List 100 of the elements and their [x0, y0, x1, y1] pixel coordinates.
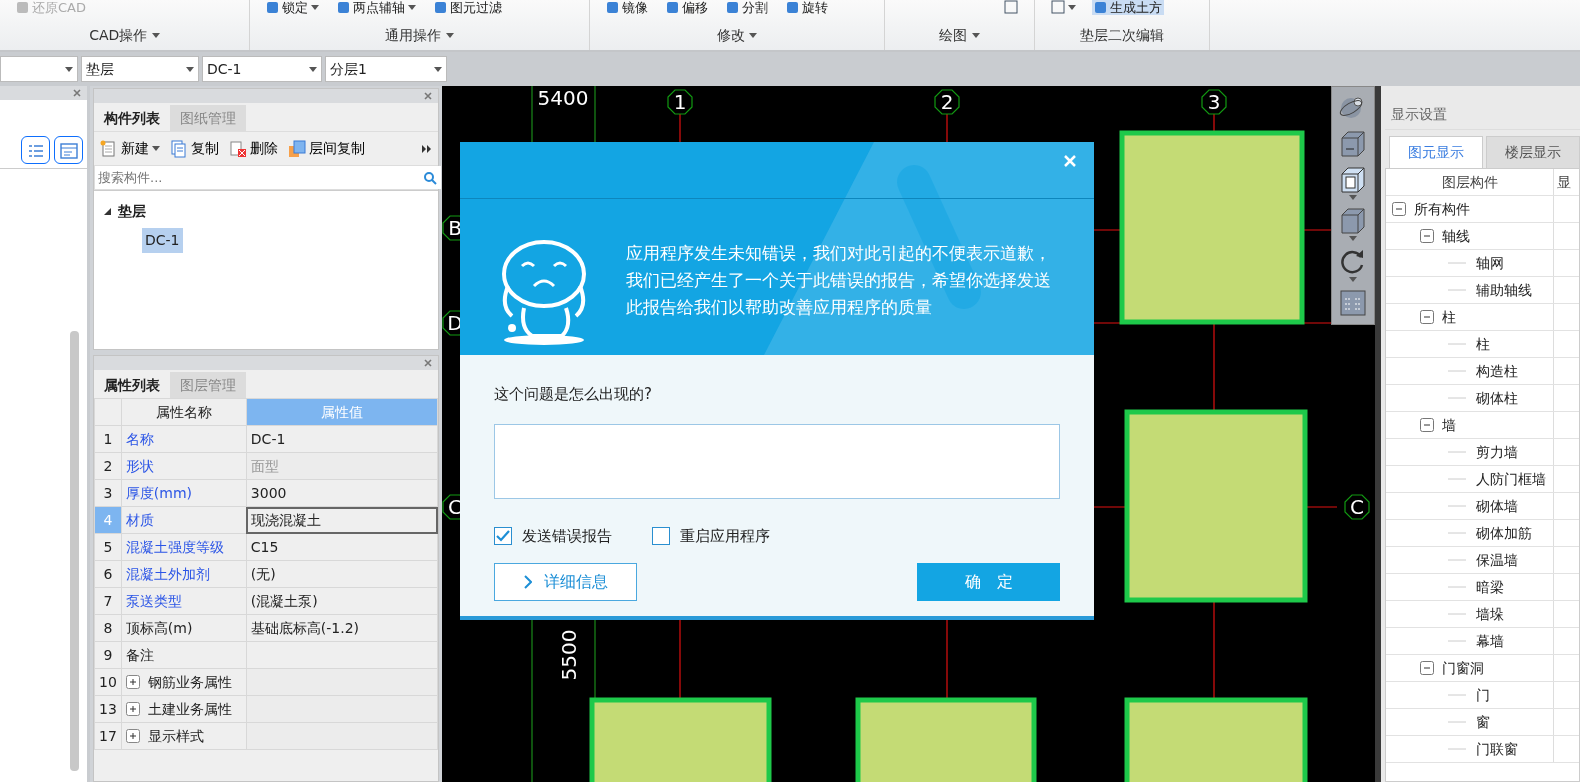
tree-node[interactable]: 门窗洞 — [1442, 657, 1484, 679]
cube-icon — [1338, 206, 1368, 236]
row-number[interactable]: 6 — [94, 560, 122, 588]
checkbox[interactable] — [494, 526, 512, 545]
tool-button[interactable]: 两点辅轴 — [335, 0, 418, 15]
layer-dropdown[interactable] — [0, 56, 78, 82]
expand-icon[interactable] — [125, 702, 140, 716]
property-value[interactable]: 现浇混凝土 — [246, 506, 438, 534]
property-value[interactable]: DC-1 — [246, 425, 438, 453]
checkbox-label[interactable]: 重启应用程序 — [680, 524, 770, 547]
tree-node[interactable]: 墙垛 — [1476, 603, 1504, 625]
toolbar-button[interactable]: 删除 — [229, 138, 278, 159]
tool-button[interactable]: 图元过滤 — [432, 0, 504, 15]
caret-icon — [1068, 4, 1076, 10]
dropdown[interactable]: 分层1 — [325, 56, 447, 82]
row-number[interactable]: 1 — [94, 425, 122, 453]
row-number[interactable]: 9 — [94, 641, 122, 669]
tree-node[interactable]: 墙 — [1442, 414, 1456, 436]
rectangle-icon — [1051, 0, 1065, 14]
tree-node[interactable]: 剪力墙 — [1476, 441, 1518, 463]
tree-node[interactable]: 砌体墙 — [1476, 495, 1518, 517]
property-name: 形状 — [121, 452, 247, 480]
tool-button[interactable]: 偏移 — [664, 0, 710, 15]
delete-icon — [229, 139, 247, 158]
tool-icon — [726, 1, 739, 14]
collapse-icon[interactable] — [1420, 418, 1434, 432]
collapse-icon[interactable] — [1420, 661, 1434, 675]
group-menu[interactable]: 绘图 — [935, 24, 984, 46]
tree-node[interactable]: 柱 — [1476, 333, 1490, 355]
list-view-button[interactable] — [21, 136, 50, 164]
group-menu[interactable]: 垫层二次编辑 — [1076, 24, 1168, 46]
toolbar-button[interactable]: 新建 — [100, 138, 160, 159]
row-number[interactable]: 13 — [94, 695, 122, 723]
tool-button[interactable]: 镜像 — [604, 0, 650, 15]
tool-button[interactable]: 生成土方 — [1092, 0, 1164, 15]
tool-button[interactable] — [1049, 0, 1078, 14]
tree-node[interactable]: 所有构件 — [1414, 198, 1470, 220]
scrollbar-thumb[interactable] — [70, 331, 79, 771]
detail-view-button[interactable] — [54, 136, 83, 164]
property-value[interactable]: (混凝土泵) — [246, 587, 438, 615]
row-number[interactable]: 7 — [94, 587, 122, 615]
row-number[interactable]: 2 — [94, 452, 122, 480]
close-icon — [424, 92, 432, 100]
axis-marker: 1 — [667, 89, 693, 115]
group-menu[interactable]: CAD操作 — [85, 24, 164, 46]
caret-icon — [971, 33, 980, 38]
expand-icon[interactable] — [125, 729, 140, 743]
caret-icon — [445, 33, 454, 38]
tree-node[interactable]: 幕墙 — [1476, 630, 1504, 652]
tree-node[interactable]: 门联窗 — [1476, 738, 1518, 760]
tree-node[interactable]: 辅助轴线 — [1476, 279, 1532, 301]
checkbox[interactable] — [652, 526, 670, 545]
row-number[interactable]: 17 — [94, 722, 122, 750]
caret-icon — [434, 66, 442, 72]
tool-icon — [1094, 1, 1107, 14]
property-name: 钢筋业务属性 — [147, 672, 232, 692]
tool-icon — [337, 1, 350, 14]
answer-field[interactable] — [494, 423, 1060, 499]
row-number[interactable]: 8 — [94, 614, 122, 642]
tree-node[interactable]: 柱 — [1442, 306, 1456, 328]
property-value[interactable]: 基础底标高(-1.2) — [246, 614, 438, 642]
tree-node[interactable]: 构造柱 — [1476, 360, 1518, 382]
tree-node[interactable]: 保温墙 — [1476, 549, 1518, 571]
collapse-icon[interactable] — [1392, 202, 1406, 216]
dropdown[interactable]: DC-1 — [202, 56, 322, 82]
property-value[interactable]: C15 — [246, 533, 438, 561]
tree-node[interactable]: 轴网 — [1476, 252, 1504, 274]
tool-button[interactable]: 旋转 — [784, 0, 830, 15]
tree-node[interactable]: 垫层 — [115, 199, 149, 224]
collapse-icon[interactable] — [1420, 310, 1434, 324]
details-button[interactable]: 详细信息 — [494, 563, 637, 601]
caret-icon — [186, 66, 194, 72]
search-field[interactable]: 搜索构件... — [95, 166, 441, 189]
expanded-triangle-icon[interactable] — [104, 208, 111, 215]
panel-tab[interactable]: 楼层显示 — [1486, 136, 1580, 168]
group-menu[interactable]: 通用操作 — [381, 24, 458, 46]
collapse-icon[interactable] — [1420, 229, 1434, 243]
group-menu[interactable]: 修改 — [712, 24, 762, 46]
tree-node[interactable]: 砌体柱 — [1476, 387, 1518, 409]
tool-button[interactable]: 分割 — [724, 0, 770, 15]
tree-node[interactable]: 门 — [1476, 684, 1490, 706]
toolbar-button[interactable]: 复制 — [170, 138, 219, 159]
property-value[interactable]: 3000 — [246, 479, 438, 507]
checkbox-label[interactable]: 发送错误报告 — [522, 524, 612, 547]
row-number[interactable]: 5 — [94, 533, 122, 561]
tree-node[interactable]: 窗 — [1476, 711, 1490, 733]
row-number[interactable]: 10 — [94, 668, 122, 696]
toolbar-button[interactable]: 层间复制 — [288, 138, 365, 159]
panel-tab[interactable]: 图元显示 — [1389, 136, 1483, 168]
more-button[interactable] — [422, 144, 432, 153]
expand-icon[interactable] — [125, 675, 140, 689]
property-value[interactable]: (无) — [246, 560, 438, 588]
tool-button[interactable]: 锁定 — [264, 0, 321, 15]
tree-node[interactable]: 人防门框墙 — [1476, 468, 1546, 490]
tree-node[interactable]: 砌体加筋 — [1476, 522, 1532, 544]
tree-node[interactable]: DC-1 — [142, 228, 183, 253]
row-number[interactable]: 3 — [94, 479, 122, 507]
tree-node[interactable]: 暗梁 — [1476, 576, 1504, 598]
dropdown[interactable]: 垫层 — [81, 56, 199, 82]
tree-node[interactable]: 轴线 — [1442, 225, 1470, 247]
